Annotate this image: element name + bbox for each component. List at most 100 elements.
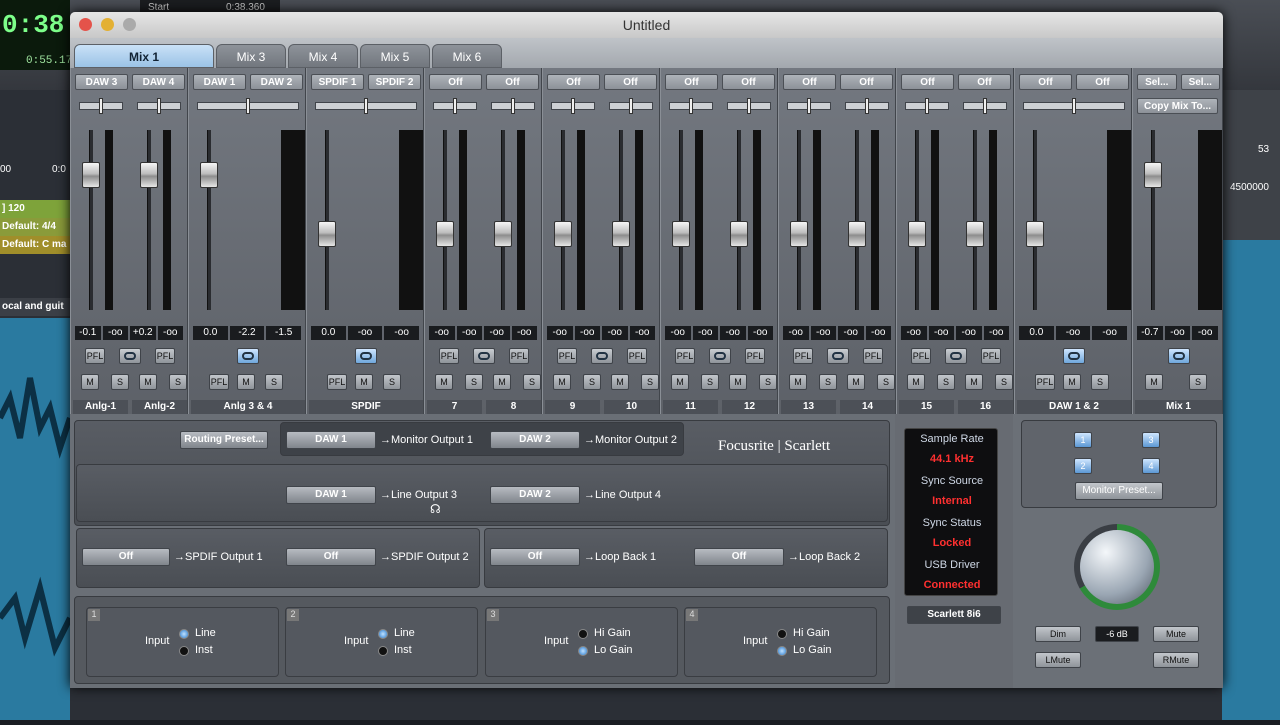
source-select[interactable]: Off	[958, 74, 1011, 90]
input-option-radio[interactable]	[578, 646, 588, 656]
route-src-spdif2[interactable]: Off	[286, 548, 376, 566]
stereo-link-icon[interactable]	[119, 348, 141, 364]
fader-track[interactable]	[561, 130, 565, 310]
monitor-out-1[interactable]: 1	[1074, 432, 1092, 448]
pfl-button[interactable]: PFL	[911, 348, 931, 364]
tab-mix-4[interactable]: Mix 4	[288, 44, 358, 68]
pfl-button[interactable]: PFL	[509, 348, 529, 364]
solo-button[interactable]: S	[1091, 374, 1109, 390]
route-src-line4[interactable]: DAW 2	[490, 486, 580, 504]
input-option-radio[interactable]	[777, 629, 787, 639]
source-select[interactable]: Off	[840, 74, 893, 90]
monitor-preset-button[interactable]: Monitor Preset...	[1075, 482, 1163, 500]
input-option-radio[interactable]	[179, 646, 189, 656]
fader-knob[interactable]	[1026, 221, 1044, 247]
tab-mix-6[interactable]: Mix 6	[432, 44, 502, 68]
pfl-button[interactable]: PFL	[863, 348, 883, 364]
fader-knob[interactable]	[612, 221, 630, 247]
source-select[interactable]: Off	[901, 74, 954, 90]
input-option-radio[interactable]	[777, 646, 787, 656]
source-select[interactable]: DAW 3	[75, 74, 128, 90]
pfl-button[interactable]: PFL	[1035, 374, 1055, 390]
route-src-mon2[interactable]: DAW 2	[490, 431, 580, 449]
fader-track[interactable]	[1151, 130, 1155, 310]
route-src-loop1[interactable]: Off	[490, 548, 580, 566]
mute-button[interactable]: M	[237, 374, 255, 390]
source-select[interactable]: DAW 4	[132, 74, 185, 90]
dim-button[interactable]: Dim	[1035, 626, 1081, 642]
tab-mix-3[interactable]: Mix 3	[216, 44, 286, 68]
pfl-button[interactable]: PFL	[981, 348, 1001, 364]
zoom-button[interactable]	[123, 18, 136, 31]
fader-knob[interactable]	[436, 221, 454, 247]
mute-button[interactable]: M	[1145, 374, 1163, 390]
source-select[interactable]: SPDIF 2	[368, 74, 421, 90]
route-src-loop2[interactable]: Off	[694, 548, 784, 566]
fader-knob[interactable]	[730, 221, 748, 247]
fader-track[interactable]	[915, 130, 919, 310]
solo-button[interactable]: S	[111, 374, 129, 390]
fader-track[interactable]	[325, 130, 329, 310]
solo-button[interactable]: S	[383, 374, 401, 390]
solo-button[interactable]: S	[583, 374, 601, 390]
pan-knob[interactable]	[453, 98, 457, 114]
left-mute-button[interactable]: LMute	[1035, 652, 1081, 668]
fader-knob[interactable]	[672, 221, 690, 247]
stereo-link-icon[interactable]	[1167, 348, 1190, 364]
source-select[interactable]: Sel...	[1137, 74, 1177, 90]
pan-knob[interactable]	[747, 98, 751, 114]
pan-knob[interactable]	[571, 98, 575, 114]
stereo-link-icon[interactable]	[945, 348, 967, 364]
fader-knob[interactable]	[140, 162, 158, 188]
pan-knob[interactable]	[865, 98, 869, 114]
pfl-button[interactable]: PFL	[327, 374, 347, 390]
fader-knob[interactable]	[848, 221, 866, 247]
pan-knob[interactable]	[246, 98, 250, 114]
pan-knob[interactable]	[511, 98, 515, 114]
mute-button[interactable]: Mute	[1153, 626, 1199, 642]
source-select[interactable]: Sel...	[1180, 74, 1220, 90]
solo-button[interactable]: S	[265, 374, 283, 390]
monitor-out-3[interactable]: 3	[1142, 432, 1160, 448]
fader-track[interactable]	[147, 130, 151, 310]
input-option-radio[interactable]	[179, 629, 189, 639]
source-select[interactable]: Off	[665, 74, 718, 90]
solo-button[interactable]: S	[641, 374, 659, 390]
mute-button[interactable]: M	[435, 374, 453, 390]
pfl-button[interactable]: PFL	[627, 348, 647, 364]
fader-knob[interactable]	[908, 221, 926, 247]
fader-track[interactable]	[737, 130, 741, 310]
stereo-link-icon[interactable]	[355, 348, 377, 364]
pfl-button[interactable]: PFL	[675, 348, 695, 364]
fader-knob[interactable]	[790, 221, 808, 247]
mute-button[interactable]: M	[355, 374, 373, 390]
fader-track[interactable]	[619, 130, 623, 310]
solo-button[interactable]: S	[465, 374, 483, 390]
stereo-link-icon[interactable]	[473, 348, 495, 364]
solo-button[interactable]: S	[759, 374, 777, 390]
tab-mix-5[interactable]: Mix 5	[360, 44, 430, 68]
fader-knob[interactable]	[966, 221, 984, 247]
minimize-button[interactable]	[101, 18, 114, 31]
monitor-volume-knob[interactable]	[1074, 524, 1160, 610]
mute-button[interactable]: M	[671, 374, 689, 390]
pfl-button[interactable]: PFL	[793, 348, 813, 364]
pan-knob[interactable]	[983, 98, 987, 114]
solo-button[interactable]: S	[523, 374, 541, 390]
solo-button[interactable]: S	[1189, 374, 1207, 390]
pfl-button[interactable]: PFL	[557, 348, 577, 364]
mute-button[interactable]: M	[81, 374, 99, 390]
mute-button[interactable]: M	[729, 374, 747, 390]
pfl-button[interactable]: PFL	[155, 348, 175, 364]
mute-button[interactable]: M	[493, 374, 511, 390]
source-select[interactable]: Off	[429, 74, 482, 90]
mute-button[interactable]: M	[789, 374, 807, 390]
source-select[interactable]: DAW 2	[250, 74, 303, 90]
fader-knob[interactable]	[318, 221, 336, 247]
pfl-button[interactable]: PFL	[85, 348, 105, 364]
fader-knob[interactable]	[554, 221, 572, 247]
solo-button[interactable]: S	[877, 374, 895, 390]
fader-knob[interactable]	[494, 221, 512, 247]
source-select[interactable]: Off	[604, 74, 657, 90]
mute-button[interactable]: M	[553, 374, 571, 390]
